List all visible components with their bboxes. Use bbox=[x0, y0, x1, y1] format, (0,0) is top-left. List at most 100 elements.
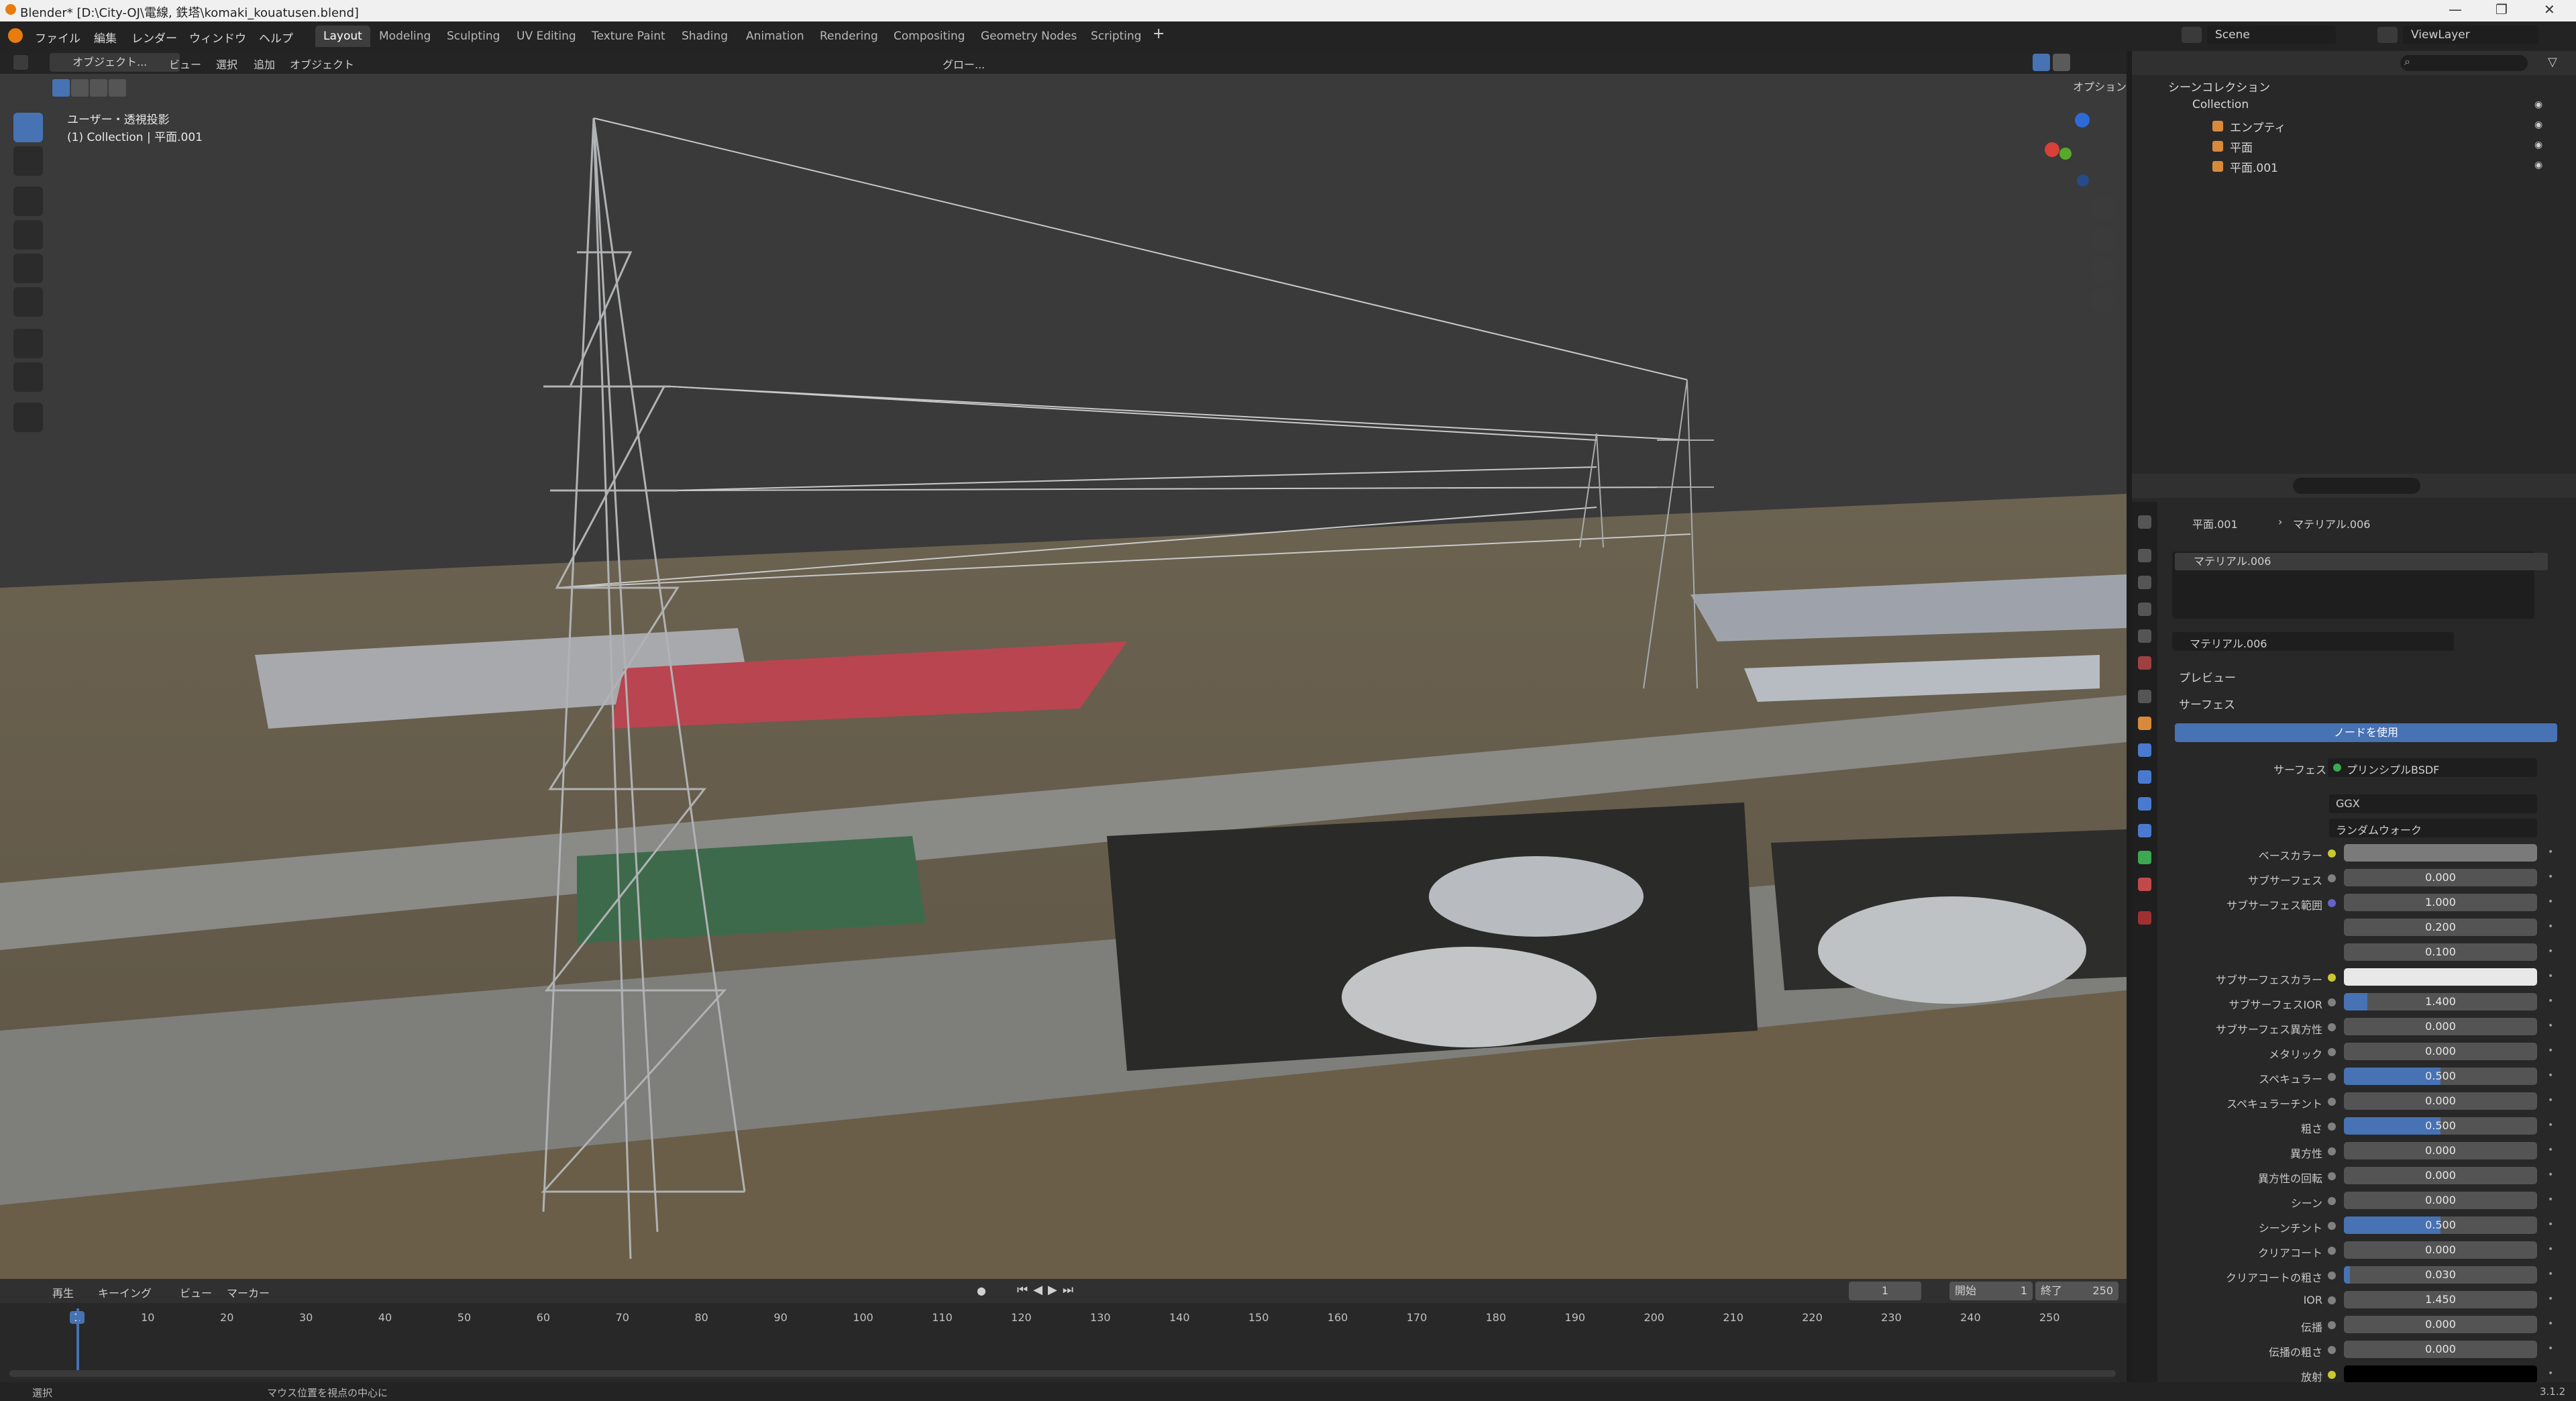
select-box-tool-icon[interactable] bbox=[13, 113, 43, 142]
bsdf-prop-field[interactable] bbox=[2344, 844, 2537, 862]
timeline-menu-playback[interactable]: 再生 bbox=[52, 1284, 74, 1300]
socket-dot-icon[interactable] bbox=[2328, 1222, 2336, 1230]
keyframe-dot-icon[interactable]: • bbox=[2548, 1170, 2553, 1180]
tab-sculpting[interactable]: Sculpting bbox=[439, 25, 508, 47]
keyframe-dot-icon[interactable]: • bbox=[2548, 1343, 2553, 1354]
keyframe-dot-icon[interactable]: • bbox=[2548, 1095, 2553, 1106]
keyframe-dot-icon[interactable]: • bbox=[2548, 1194, 2553, 1205]
transform-orientation-select[interactable]: グロー... bbox=[943, 56, 985, 72]
mode-select[interactable]: オブジェクト... bbox=[50, 53, 180, 72]
scene-selector-icon[interactable] bbox=[2182, 27, 2202, 43]
socket-dot-icon[interactable] bbox=[2328, 1321, 2336, 1329]
socket-dot-icon[interactable] bbox=[2328, 1172, 2336, 1180]
socket-dot-icon[interactable] bbox=[2328, 1023, 2336, 1031]
outliner-item-collection[interactable]: Collection bbox=[2192, 98, 2249, 111]
bsdf-prop-field[interactable] bbox=[2344, 968, 2537, 986]
menu-render[interactable]: レンダー bbox=[131, 29, 177, 46]
tab-animation[interactable]: Animation bbox=[738, 25, 812, 47]
annotate-tool-icon[interactable] bbox=[13, 329, 43, 358]
keyframe-dot-icon[interactable]: • bbox=[2548, 847, 2553, 858]
minimize-icon[interactable]: — bbox=[2449, 1, 2462, 17]
surface-shader-select[interactable]: プリンシプルBSDF bbox=[2328, 758, 2537, 777]
socket-dot-icon[interactable] bbox=[2328, 1048, 2336, 1056]
bsdf-prop-field[interactable]: 0.500 bbox=[2344, 1216, 2537, 1234]
visibility-eye-icon[interactable]: ◉ bbox=[2534, 99, 2542, 110]
socket-dot-icon[interactable] bbox=[2328, 1098, 2336, 1106]
scale-tool-icon[interactable] bbox=[13, 254, 43, 283]
outliner-search-input[interactable] bbox=[2400, 55, 2528, 71]
socket-dot-icon[interactable] bbox=[2328, 998, 2336, 1006]
socket-dot-icon[interactable] bbox=[2328, 974, 2336, 982]
visibility-eye-icon[interactable]: ◉ bbox=[2534, 140, 2542, 150]
bsdf-prop-field[interactable]: 1.000 bbox=[2344, 894, 2537, 911]
view-layer-icon[interactable] bbox=[2377, 27, 2398, 43]
start-frame-field[interactable]: 開始 1 bbox=[1949, 1282, 2033, 1300]
socket-dot-icon[interactable] bbox=[2328, 874, 2336, 882]
tab-shading[interactable]: Shading bbox=[674, 25, 736, 47]
timeline-scrollbar[interactable] bbox=[9, 1370, 2116, 1377]
select-invert-icon[interactable] bbox=[109, 79, 126, 97]
select-subtract-icon[interactable] bbox=[90, 79, 107, 97]
bsdf-prop-field[interactable]: 0.000 bbox=[2344, 1241, 2537, 1259]
object-tab-icon[interactable] bbox=[2138, 717, 2151, 730]
3d-viewport[interactable] bbox=[0, 51, 2127, 1279]
keyframe-dot-icon[interactable]: • bbox=[2548, 896, 2553, 907]
keyframe-dot-icon[interactable]: • bbox=[2548, 1269, 2553, 1280]
keyframe-dot-icon[interactable]: • bbox=[2548, 1145, 2553, 1155]
constraints-tab-icon[interactable] bbox=[2138, 824, 2151, 837]
keyframe-dot-icon[interactable]: • bbox=[2548, 1070, 2553, 1081]
bsdf-prop-field[interactable]: 1.400 bbox=[2344, 993, 2537, 1010]
tab-geometry-nodes[interactable]: Geometry Nodes bbox=[973, 25, 1085, 47]
view-layer-tab-icon[interactable] bbox=[2138, 603, 2151, 616]
menu-edit[interactable]: 編集 bbox=[94, 29, 117, 46]
frame-ruler[interactable]: 1102030405060708090100110120130140150160… bbox=[0, 1308, 2127, 1327]
outliner-item-empty[interactable]: エンプティ bbox=[2230, 118, 2286, 135]
socket-dot-icon[interactable] bbox=[2328, 1346, 2336, 1354]
current-frame-field[interactable]: 1 bbox=[1849, 1282, 1921, 1300]
socket-dot-icon[interactable] bbox=[2328, 1073, 2336, 1081]
add-workspace-icon[interactable]: + bbox=[1152, 25, 1165, 42]
socket-dot-icon[interactable] bbox=[2328, 1247, 2336, 1255]
viewport-options-menu[interactable]: オプション bbox=[2073, 78, 2127, 94]
output-tab-icon[interactable] bbox=[2138, 576, 2151, 589]
playback-controls-icon[interactable]: ⏮◀▶⏭ bbox=[1017, 1283, 1079, 1297]
maximize-icon[interactable]: ❐ bbox=[2496, 1, 2508, 17]
tab-texture-paint[interactable]: Texture Paint bbox=[584, 25, 674, 47]
socket-dot-icon[interactable] bbox=[2328, 849, 2336, 858]
view-layer-field[interactable]: ViewLayer bbox=[2403, 25, 2538, 44]
measure-tool-icon[interactable] bbox=[13, 362, 43, 392]
pan-hand-icon[interactable] bbox=[2089, 225, 2116, 252]
rotate-tool-icon[interactable] bbox=[13, 220, 43, 250]
outliner-scene-collection[interactable]: シーンコレクション bbox=[2168, 78, 2270, 95]
keyframe-dot-icon[interactable]: • bbox=[2548, 971, 2553, 982]
menu-file[interactable]: ファイル bbox=[35, 29, 80, 46]
use-nodes-button[interactable]: ノードを使用 bbox=[2175, 723, 2557, 742]
socket-dot-icon[interactable] bbox=[2328, 1272, 2336, 1280]
collection-tab-icon[interactable] bbox=[2138, 690, 2151, 703]
surface-panel-header[interactable]: サーフェス bbox=[2179, 695, 2235, 712]
keyframe-dot-icon[interactable]: • bbox=[2548, 1120, 2553, 1131]
tab-scripting[interactable]: Scripting bbox=[1083, 25, 1150, 47]
close-icon[interactable]: ✕ bbox=[2544, 1, 2555, 17]
subsurface-method-select[interactable]: ランダムウォーク bbox=[2329, 819, 2537, 837]
visibility-eye-icon[interactable]: ◉ bbox=[2534, 160, 2542, 170]
keyframe-dot-icon[interactable]: • bbox=[2548, 996, 2553, 1006]
menu-help[interactable]: ヘルプ bbox=[259, 29, 293, 46]
gizmo-y-axis-icon[interactable] bbox=[2059, 148, 2072, 160]
bsdf-prop-field[interactable]: 0.000 bbox=[2344, 1043, 2537, 1060]
bsdf-prop-field[interactable]: 0.200 bbox=[2344, 919, 2537, 936]
distribution-select[interactable]: GGX bbox=[2329, 794, 2537, 813]
keyframe-dot-icon[interactable]: • bbox=[2548, 1318, 2553, 1329]
select-new-icon[interactable] bbox=[52, 79, 70, 97]
scene-tab-icon[interactable] bbox=[2138, 629, 2151, 643]
material-slot-list[interactable]: マテリアル.006 bbox=[2172, 552, 2548, 619]
keyframe-dot-icon[interactable]: • bbox=[2548, 921, 2553, 932]
playhead[interactable] bbox=[76, 1308, 79, 1376]
menu-window[interactable]: ウィンドウ bbox=[189, 29, 246, 46]
socket-dot-icon[interactable] bbox=[2328, 1123, 2336, 1131]
properties-search-input[interactable] bbox=[2293, 478, 2420, 494]
bsdf-prop-field[interactable]: 0.500 bbox=[2344, 1068, 2537, 1085]
timeline-menu-view[interactable]: ビュー bbox=[180, 1284, 212, 1300]
physics-tab-icon[interactable] bbox=[2138, 797, 2151, 811]
bsdf-prop-field[interactable]: 0.000 bbox=[2344, 1167, 2537, 1184]
